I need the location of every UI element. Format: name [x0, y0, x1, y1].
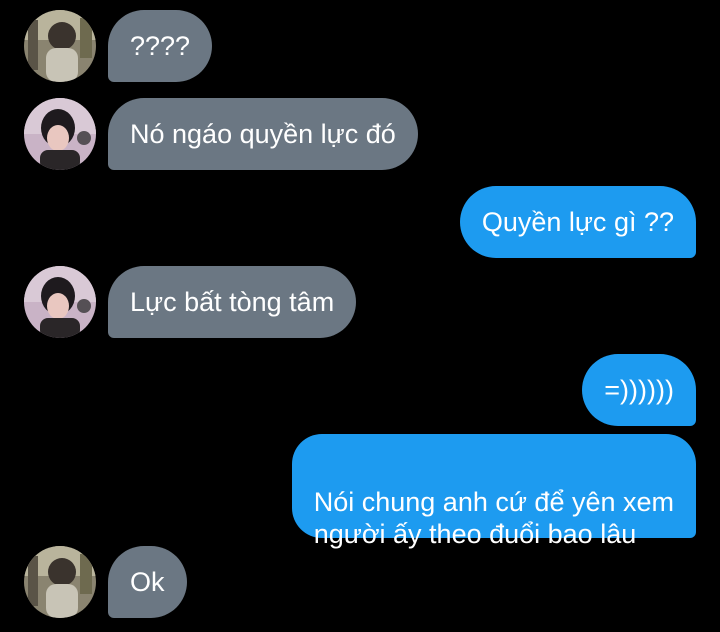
message-bubble[interactable]: Nó ngáo quyền lực đó [108, 98, 418, 170]
avatar[interactable] [24, 546, 96, 618]
message-bubble[interactable]: Lực bất tòng tâm [108, 266, 357, 338]
message-text: Ok [130, 567, 165, 597]
message-text: ???? [130, 31, 191, 61]
message-text: Quyền lực gì ?? [481, 207, 674, 237]
message-text: Nói chung anh cứ để yên xem người ấy the… [313, 487, 674, 549]
avatar[interactable] [24, 98, 96, 170]
message-row: =)))))) [0, 354, 720, 426]
message-row: Nó ngáo quyền lực đó [0, 98, 720, 170]
message-bubble[interactable]: Quyền lực gì ?? [459, 186, 696, 258]
avatar[interactable] [24, 266, 96, 338]
message-row: Lực bất tòng tâm [0, 266, 720, 338]
message-text: =)))))) [604, 375, 674, 405]
message-text: Nó ngáo quyền lực đó [130, 119, 396, 149]
message-row: Nói chung anh cứ để yên xem người ấy the… [0, 434, 720, 549]
message-row: ???? [0, 10, 720, 82]
avatar-photo-icon [24, 546, 96, 618]
avatar-photo-icon [24, 10, 96, 82]
message-bubble[interactable]: ???? [108, 10, 213, 82]
message-text: Lực bất tòng tâm [130, 287, 335, 317]
avatar[interactable] [24, 10, 96, 82]
message-row: Quyền lực gì ?? [0, 186, 720, 258]
message-bubble[interactable]: Ok [108, 546, 187, 618]
avatar-photo-icon [24, 266, 96, 338]
message-bubble[interactable]: Nói chung anh cứ để yên xem người ấy the… [291, 434, 696, 549]
avatar-photo-icon [24, 98, 96, 170]
message-bubble[interactable]: =)))))) [582, 354, 696, 426]
message-row: Ok [0, 546, 720, 618]
